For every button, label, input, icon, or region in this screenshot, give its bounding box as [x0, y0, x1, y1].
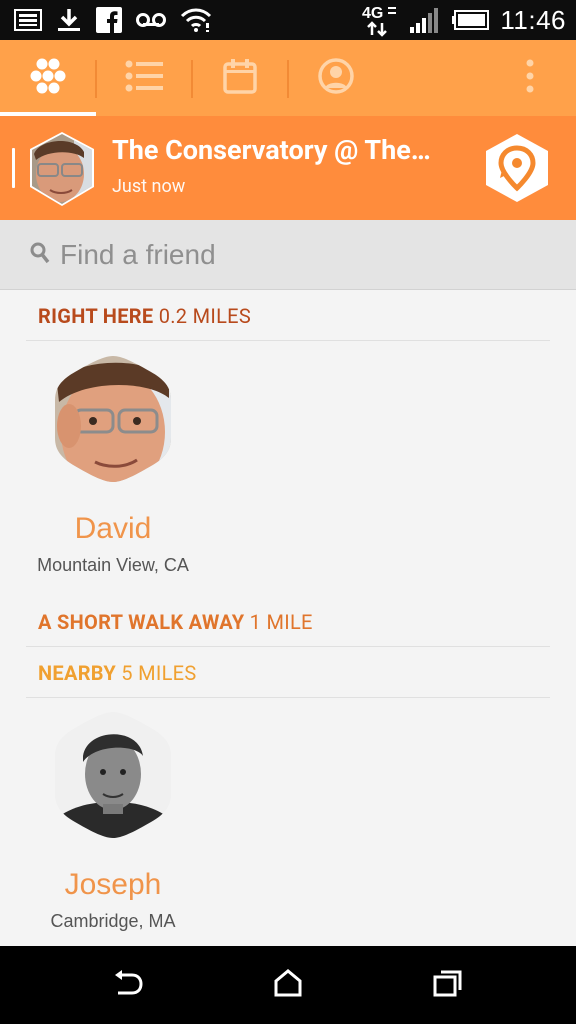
friend-name[interactable]: David: [28, 512, 198, 546]
recent-apps-icon: [433, 969, 463, 1001]
tab-nearby[interactable]: [0, 40, 96, 116]
friend-card[interactable]: David Mountain View, CA: [28, 354, 198, 576]
section-nearby: NEARBY 5 MILES: [38, 661, 197, 685]
checkin-location-button[interactable]: [482, 132, 552, 208]
section-distance: 0.2 MILES: [158, 304, 252, 328]
download-icon: [56, 7, 82, 33]
friend-location: Mountain View, CA: [37, 555, 189, 575]
tab-list[interactable]: [96, 40, 192, 116]
facebook-icon: [96, 7, 122, 33]
status-bar: 4G 11:46: [0, 0, 576, 40]
search-icon: [30, 242, 50, 268]
voicemail-icon: [136, 12, 166, 28]
friend-avatar[interactable]: [28, 354, 198, 488]
back-button[interactable]: [108, 968, 148, 1002]
checkin-venue-title[interactable]: The Conservatory @ The…: [112, 134, 462, 166]
tab-calendar[interactable]: [192, 40, 288, 116]
tab-profile[interactable]: [288, 40, 384, 116]
section-short-walk: A SHORT WALK AWAY 1 MILE: [38, 610, 313, 634]
tab-bar: [0, 40, 576, 116]
friend-avatar[interactable]: [28, 710, 198, 844]
home-icon: [273, 969, 303, 1001]
section-label: RIGHT HERE: [38, 304, 154, 328]
recent-apps-button[interactable]: [428, 968, 468, 1002]
system-navigation-bar: [0, 946, 576, 1024]
gallery-icon: [14, 9, 42, 31]
profile-icon: [317, 57, 355, 99]
section-divider: [26, 646, 550, 647]
checkin-time: Just now: [112, 176, 186, 197]
search-bar: [0, 220, 576, 290]
section-divider: [26, 340, 550, 341]
network-4g-icon: 4G: [360, 3, 400, 37]
section-distance: 5 MILES: [121, 661, 197, 685]
section-distance: 1 MILE: [249, 610, 313, 634]
search-input[interactable]: [60, 238, 540, 271]
wifi-icon: [180, 7, 212, 33]
battery-icon: [452, 10, 490, 30]
friend-card[interactable]: Joseph Cambridge, MA: [28, 710, 198, 932]
calendar-icon: [223, 58, 257, 98]
more-options-button[interactable]: [500, 40, 560, 116]
checkin-accent-bar: [12, 148, 15, 188]
home-button[interactable]: [268, 968, 308, 1002]
section-label: A SHORT WALK AWAY: [38, 610, 245, 634]
list-icon: [125, 59, 163, 97]
back-icon: [112, 969, 144, 1001]
more-vertical-icon: [525, 59, 535, 97]
friend-name[interactable]: Joseph: [28, 868, 198, 902]
status-time: 11:46: [500, 4, 566, 35]
section-divider: [26, 697, 550, 698]
signal-icon: [410, 7, 442, 33]
svg-text:4G: 4G: [362, 5, 383, 22]
section-right-here: RIGHT HERE 0.2 MILES: [38, 304, 251, 328]
friend-location: Cambridge, MA: [50, 911, 176, 931]
checkin-avatar[interactable]: [26, 132, 98, 210]
hexagons-icon: [28, 56, 68, 100]
section-label: NEARBY: [38, 661, 117, 685]
